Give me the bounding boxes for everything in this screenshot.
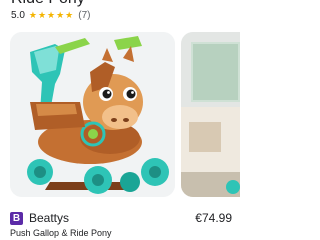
- product-image-main[interactable]: [10, 32, 175, 197]
- rating-value: 5.0: [11, 10, 25, 21]
- price: €74.99: [195, 211, 232, 225]
- review-count: (7): [78, 10, 91, 21]
- product-title: Ride Pony: [11, 0, 85, 8]
- room-scene-image: [181, 32, 240, 197]
- rating-row[interactable]: 5.0 ★★★★★ (7): [11, 10, 90, 21]
- seller-row[interactable]: B Beattys €74.99: [10, 210, 232, 226]
- seller-name[interactable]: Beattys: [29, 211, 69, 225]
- product-name[interactable]: Push Gallop & Ride Pony: [10, 228, 112, 238]
- star-icon: ★★★★★: [28, 10, 75, 20]
- product-image-secondary[interactable]: [181, 32, 240, 197]
- seller-logo-icon: B: [10, 211, 23, 225]
- ride-on-pony-image: [10, 32, 175, 197]
